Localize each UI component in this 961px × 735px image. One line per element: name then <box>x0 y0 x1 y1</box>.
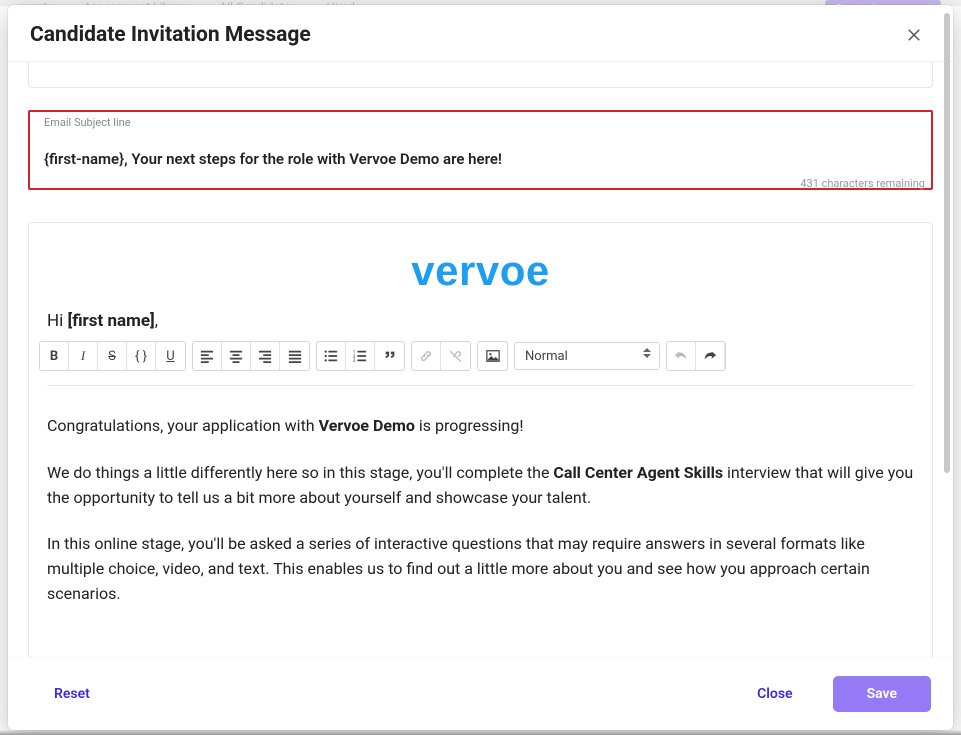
align-justify-button[interactable] <box>280 342 309 370</box>
email-body-editor[interactable]: Congratulations, your application with V… <box>29 386 932 657</box>
underline-button[interactable]: U <box>156 342 185 370</box>
email-subject-field[interactable]: Email Subject line {first-name}, Your ne… <box>28 110 933 190</box>
invitation-dialog: Candidate Invitation Message Email Subje… <box>8 5 953 730</box>
previous-field-edge <box>28 62 933 88</box>
editor-toolbar: B I S { } U 123 <box>39 341 914 371</box>
body-paragraph-1: Congratulations, your application with V… <box>47 414 914 439</box>
italic-button[interactable]: I <box>69 342 98 370</box>
brand-logo: vervoe <box>411 247 549 295</box>
email-body-card: vervoe Hi [first name], B I S { } U <box>28 222 933 657</box>
link-button[interactable] <box>412 342 441 370</box>
image-button[interactable] <box>478 342 507 370</box>
align-left-button[interactable] <box>193 342 222 370</box>
close-icon[interactable] <box>903 24 925 46</box>
subject-char-remaining: 431 characters remaining <box>800 177 925 190</box>
insert-token-button[interactable]: { } <box>127 342 156 370</box>
undo-button[interactable] <box>667 342 696 370</box>
greeting-line: Hi [first name], <box>29 305 932 341</box>
save-button[interactable]: Save <box>833 676 931 712</box>
close-button[interactable]: Close <box>743 678 806 710</box>
redo-button[interactable] <box>696 342 725 370</box>
blockquote-button[interactable] <box>375 342 404 370</box>
subject-label: Email Subject line <box>44 116 131 129</box>
align-right-button[interactable] <box>251 342 280 370</box>
select-caret-icon <box>643 348 651 358</box>
bullet-list-button[interactable] <box>317 342 346 370</box>
ordered-list-button[interactable]: 123 <box>346 342 375 370</box>
strikethrough-button[interactable]: S <box>98 342 127 370</box>
reset-button[interactable]: Reset <box>40 678 104 710</box>
unlink-button[interactable] <box>441 342 470 370</box>
bold-button[interactable]: B <box>40 342 69 370</box>
body-paragraph-3: In this online stage, you'll be asked a … <box>47 532 914 606</box>
body-paragraph-2: We do things a little differently here s… <box>47 461 914 511</box>
dialog-title: Candidate Invitation Message <box>30 23 311 47</box>
subject-value: {first-name}, Your next steps for the ro… <box>44 150 917 168</box>
svg-text:3: 3 <box>353 359 356 363</box>
align-center-button[interactable] <box>222 342 251 370</box>
scrollbar-thumb[interactable] <box>944 13 950 473</box>
scrollbar[interactable] <box>943 13 951 533</box>
paragraph-format-select[interactable]: Normal <box>514 342 660 370</box>
